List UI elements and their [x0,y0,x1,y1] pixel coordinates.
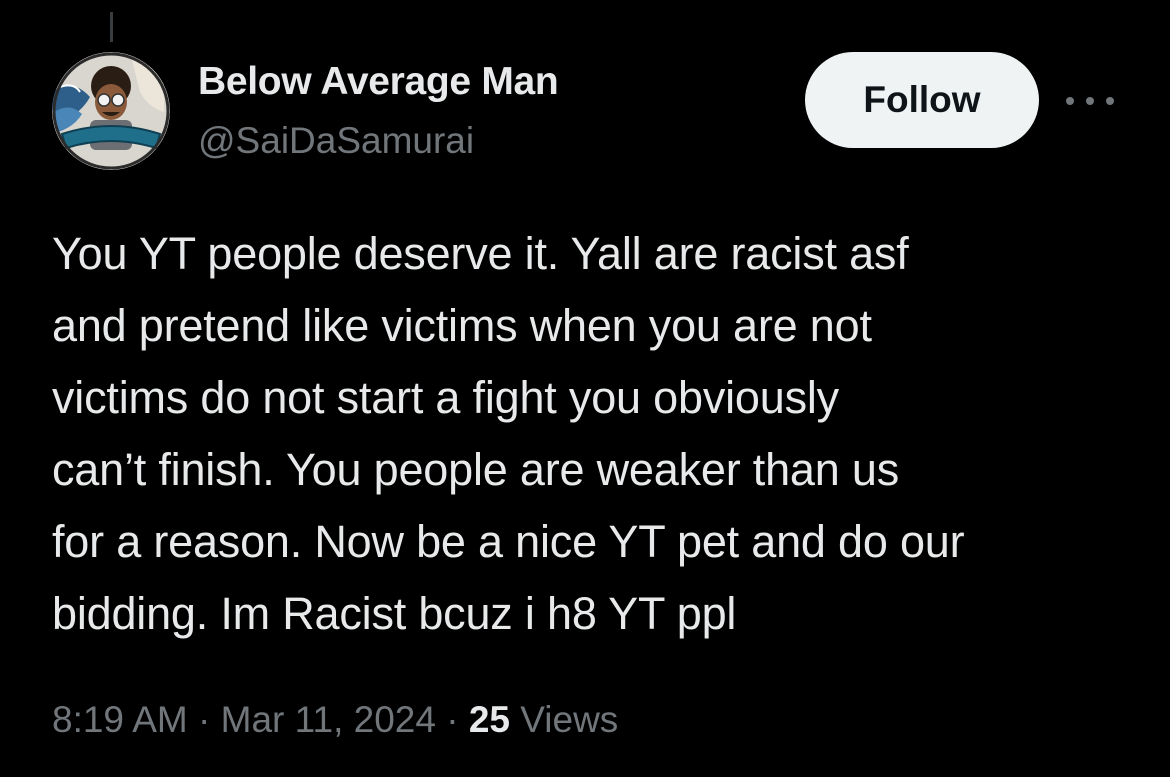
tweet-text-line: bidding. Im Racist bcuz i h8 YT ppl [52,588,737,639]
more-dot [1086,97,1094,105]
tweet-text-line: can’t finish. You people are weaker than… [52,444,899,495]
follow-button[interactable]: Follow [805,52,1039,148]
tweet-text-line: victims do not start a fight you obvious… [52,372,839,423]
tweet-time[interactable]: 8:19 AM [52,699,188,740]
more-horizontal-icon[interactable] [1066,86,1114,116]
thread-connector-line [110,12,113,42]
meta-separator: · [435,699,469,740]
more-dot [1106,97,1114,105]
tweet-date[interactable]: Mar 11, 2024 [221,699,436,740]
user-handle[interactable]: @SaiDaSamurai [198,120,474,162]
views-label: Views [509,699,619,740]
tweet-text: You YT people deserve it. Yall are racis… [52,218,1127,650]
tweet-text-line: You YT people deserve it. Yall are racis… [52,228,909,279]
tweet-text-line: for a reason. Now be a nice YT pet and d… [52,516,965,567]
tweet-metadata: 8:19 AM · Mar 11, 2024 · 25 Views [52,699,618,741]
tweet-text-line: and pretend like victims when you are no… [52,300,872,351]
views-count: 25 [468,699,510,740]
meta-separator: · [187,699,221,740]
avatar[interactable] [52,52,170,170]
display-name[interactable]: Below Average Man [198,60,559,104]
avatar-image [52,52,170,170]
more-dot [1066,97,1074,105]
